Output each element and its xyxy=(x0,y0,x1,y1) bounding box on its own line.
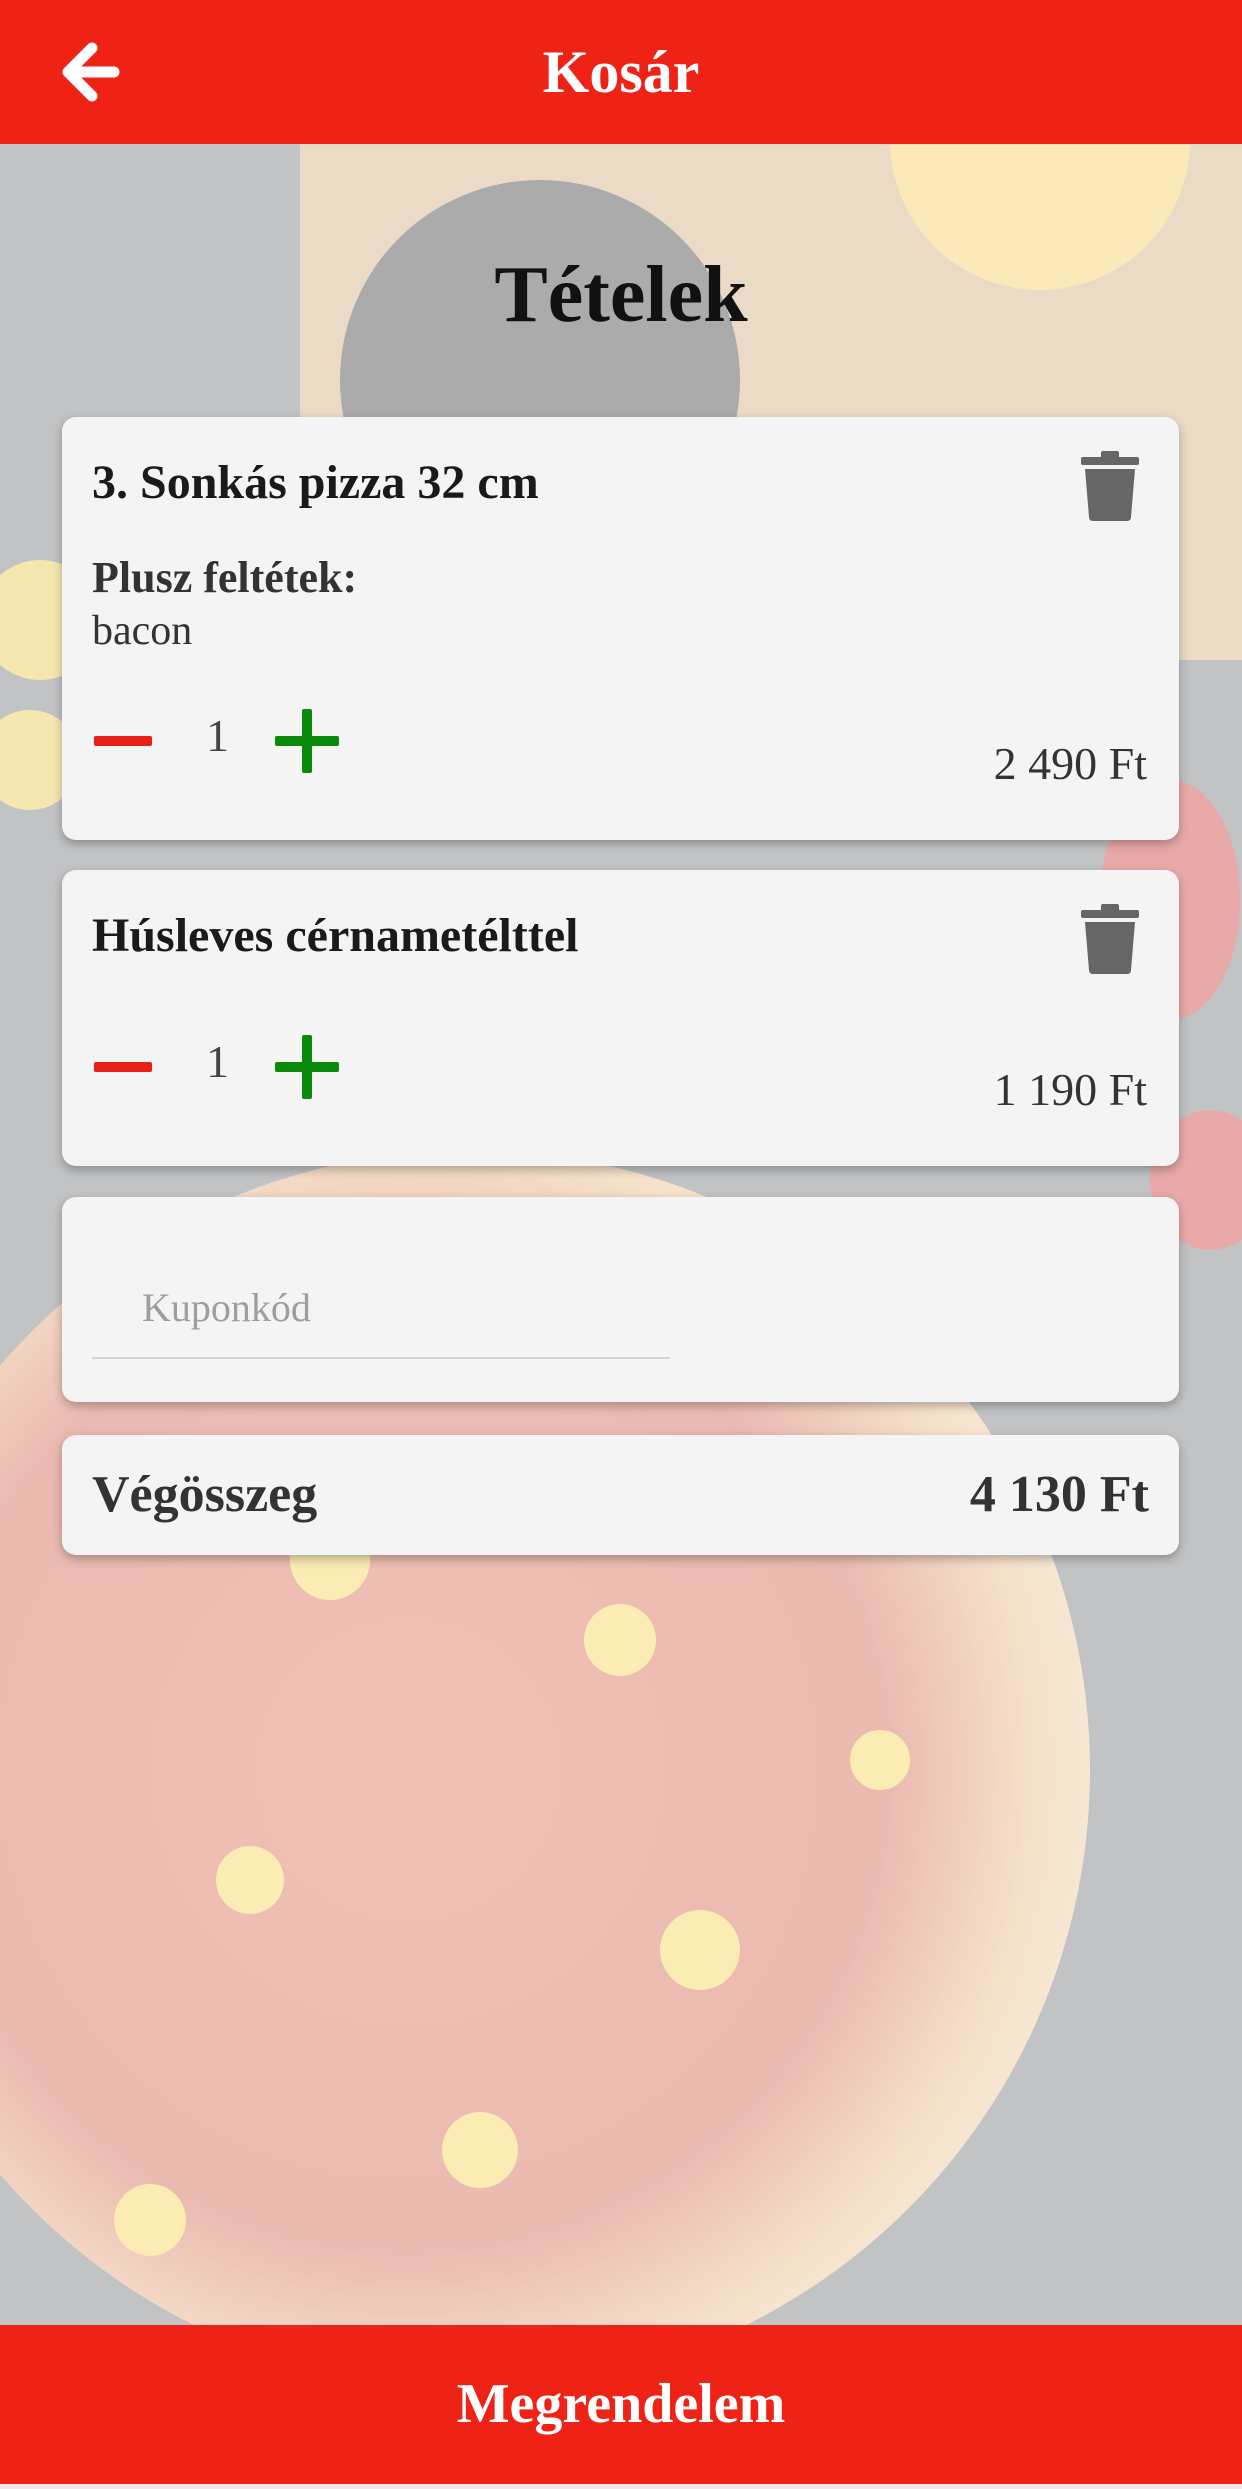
cart-item-card: 3. Sonkás pizza 32 cm Plusz feltétek: ba… xyxy=(62,417,1179,840)
total-value: 4 130 Ft xyxy=(969,1466,1149,1523)
quantity-value: 1 xyxy=(206,710,229,761)
trash-icon xyxy=(1081,904,1139,974)
quantity-value: 1 xyxy=(206,1036,229,1087)
minus-icon xyxy=(94,1062,152,1072)
place-order-button[interactable]: Megrendelem xyxy=(0,2325,1242,2484)
coupon-code-input[interactable] xyxy=(92,1257,670,1359)
increase-quantity-button[interactable] xyxy=(275,709,339,773)
decrease-quantity-button[interactable] xyxy=(94,712,152,770)
delete-item-button[interactable] xyxy=(1081,904,1139,974)
coupon-card xyxy=(62,1197,1179,1402)
plus-icon xyxy=(275,709,339,773)
delete-item-button[interactable] xyxy=(1081,451,1139,521)
total-label: Végösszeg xyxy=(92,1466,318,1523)
page-title: Tételek xyxy=(494,251,748,339)
app-header: Kosár xyxy=(0,0,1242,144)
minus-icon xyxy=(94,736,152,746)
plus-icon xyxy=(275,1035,339,1099)
trash-icon xyxy=(1081,451,1139,521)
item-price: 2 490 Ft xyxy=(993,738,1147,789)
total-card: Végösszeg 4 130 Ft xyxy=(62,1435,1179,1555)
decrease-quantity-button[interactable] xyxy=(94,1038,152,1096)
item-name: Húsleves cérnametélttel xyxy=(92,909,579,962)
extras-value: bacon xyxy=(92,608,193,654)
increase-quantity-button[interactable] xyxy=(275,1035,339,1099)
item-name: 3. Sonkás pizza 32 cm xyxy=(92,456,539,509)
item-price: 1 190 Ft xyxy=(993,1064,1147,1115)
header-title: Kosár xyxy=(542,39,700,105)
cart-item-card: Húsleves cérnametélttel 1 1 190 Ft xyxy=(62,870,1179,1166)
extras-label: Plusz feltétek: xyxy=(92,553,358,602)
